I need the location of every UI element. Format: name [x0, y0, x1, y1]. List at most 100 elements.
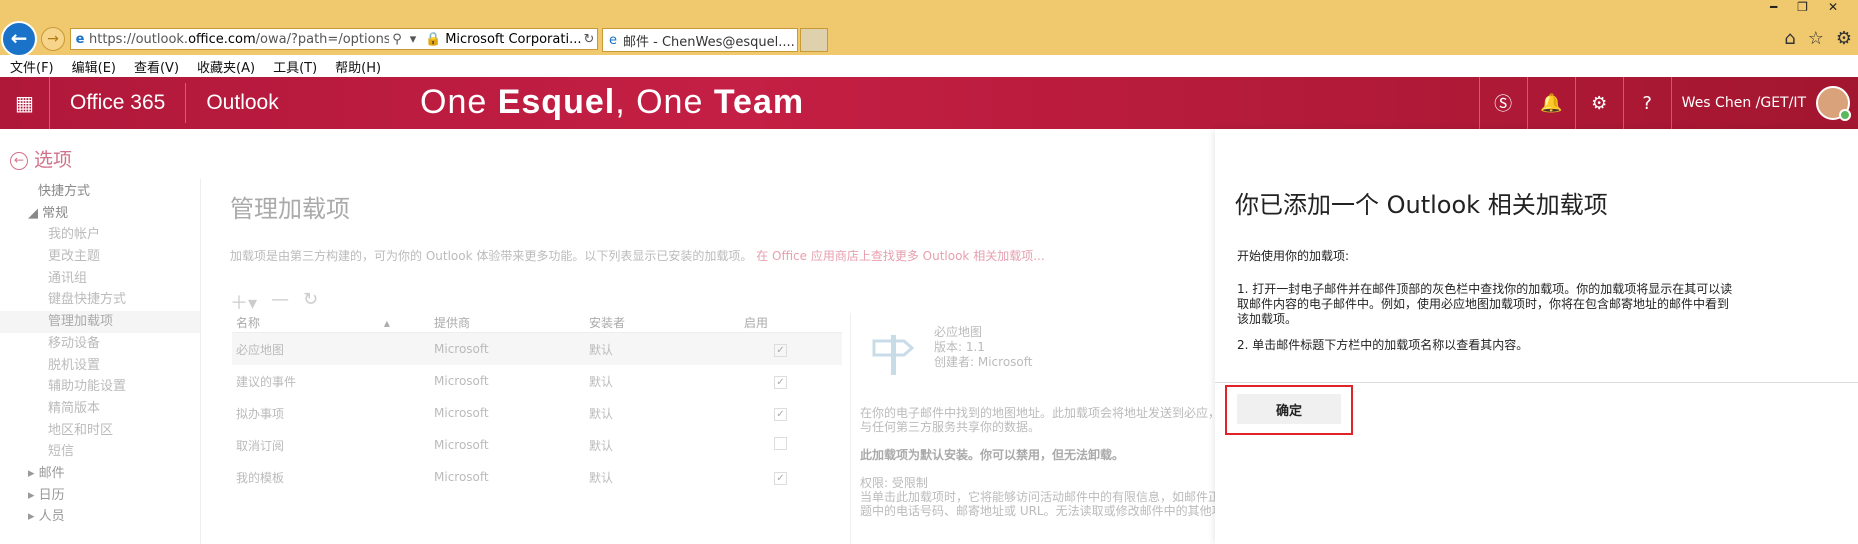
expand-right-icon: ▸ [28, 509, 35, 525]
nav-people-label: 人员 [38, 509, 65, 525]
certificate-badge[interactable]: 🔒 Microsoft Corporati... [421, 31, 581, 47]
col-name[interactable]: 名称 ▴ [232, 314, 432, 331]
detail-perm-line2: 题中的电话号码、邮寄地址或 URL。无法读取或修改邮件中的其他项 [860, 504, 1220, 518]
nav-groups[interactable]: 通讯组 [0, 268, 200, 290]
nav-region-timezone[interactable]: 地区和时区 [0, 420, 200, 442]
forward-button[interactable]: → [41, 27, 65, 51]
col-installer[interactable]: 安装者 [587, 314, 742, 331]
office-365-brand[interactable]: Office 365 [50, 83, 187, 123]
addin-name: 我的模板 [236, 470, 285, 485]
nav-sms[interactable]: 短信 [0, 441, 200, 463]
nav-divider [200, 179, 201, 544]
detail-divider [850, 313, 851, 544]
home-icon[interactable]: ⌂ [1784, 28, 1795, 49]
table-row[interactable]: 拟办事项 Microsoft 默认 ✓ [232, 397, 842, 429]
col-enabled[interactable]: 启用 [742, 314, 842, 331]
enabled-checkbox[interactable] [774, 437, 787, 450]
nav-change-theme[interactable]: 更改主题 [0, 246, 200, 268]
ok-button[interactable]: 确定 [1237, 394, 1341, 424]
enabled-checkbox[interactable]: ✓ [774, 375, 787, 389]
dropdown-icon[interactable]: ▾ [405, 32, 421, 47]
settings-gear-icon[interactable]: ⚙ [1574, 77, 1623, 129]
nav-calendar-label: 日历 [38, 487, 65, 503]
options-nav: 快捷方式 ◢ 常规 我的帐户 更改主题 通讯组 键盘快捷方式 管理加载项 移动设… [0, 181, 200, 528]
addin-installer: 默认 [589, 470, 614, 485]
addin-installer: 默认 [589, 374, 614, 389]
nav-group-people[interactable]: ▸ 人员 [0, 506, 200, 528]
addin-name: 拟办事项 [236, 406, 285, 421]
nav-manage-addins[interactable]: 管理加载项 [0, 311, 200, 333]
back-arrow-icon: ← [10, 26, 28, 50]
expand-right-icon: ▸ [28, 487, 35, 503]
table-row[interactable]: 我的模板 Microsoft 默认 ✓ [232, 461, 842, 493]
refresh-icon[interactable]: ↻ [303, 289, 318, 315]
back-button[interactable]: ← [1, 21, 37, 57]
addin-name: 建议的事件 [236, 374, 297, 389]
options-back-title[interactable]: ← 选项 [10, 145, 72, 172]
menu-edit[interactable]: 编辑(E) [72, 57, 116, 76]
close-window-icon[interactable]: ✕ [1828, 0, 1838, 14]
remove-icon[interactable]: — [271, 289, 289, 315]
back-circle-icon: ← [10, 152, 28, 170]
user-menu[interactable]: Wes Chen /GET/IT [1670, 77, 1858, 129]
menu-tools[interactable]: 工具(T) [273, 57, 317, 76]
nav-keyboard-shortcuts[interactable]: 键盘快捷方式 [0, 289, 200, 311]
dialog-title: 你已添加一个 Outlook 相关加载项 [1235, 191, 1608, 219]
nav-group-mail[interactable]: ▸ 邮件 [0, 463, 200, 485]
table-row[interactable]: 取消订阅 Microsoft 默认 [232, 429, 842, 461]
skype-icon[interactable]: Ⓢ [1478, 77, 1527, 129]
office-store-link[interactable]: 在 Office 应用商店上查找更多 Outlook 相关加载项... [756, 249, 1044, 263]
settings-gear-icon[interactable]: ⚙ [1836, 28, 1852, 49]
url-text[interactable]: https://outlook.office.com/owa/?path=/op… [89, 32, 389, 47]
add-icon[interactable]: ＋▾ [230, 289, 257, 315]
enabled-checkbox[interactable]: ✓ [774, 407, 787, 421]
nav-group-general[interactable]: ◢ 常规 [0, 203, 200, 225]
addins-toolbar: ＋▾ — ↻ [230, 289, 318, 315]
company-slogan: One Esquel, One Team [420, 83, 804, 122]
address-bar[interactable]: e https://outlook.office.com/owa/?path=/… [70, 28, 598, 50]
addin-provider: Microsoft [434, 406, 489, 420]
menu-favorites[interactable]: 收藏夹(A) [197, 57, 255, 76]
slogan-part-3: , One [615, 83, 714, 121]
nav-shortcuts[interactable]: 快捷方式 [0, 181, 200, 203]
detail-name: 必应地图 [934, 325, 983, 339]
nav-my-account[interactable]: 我的帐户 [0, 224, 200, 246]
certificate-name: Microsoft Corporati... [445, 31, 581, 47]
menu-file[interactable]: 文件(F) [10, 57, 54, 76]
detail-default-note: 此加载项为默认安装。你可以禁用，但无法卸载。 [860, 448, 1125, 462]
dialog-step1-line1: 1. 打开一封电子邮件并在邮件顶部的灰色栏中查找你的加载项。你的加载项将显示在其… [1237, 282, 1733, 296]
addin-name: 取消订阅 [236, 438, 285, 453]
nav-group-calendar[interactable]: ▸ 日历 [0, 485, 200, 507]
enabled-checkbox[interactable]: ✓ [774, 471, 787, 485]
nav-offline-settings[interactable]: 脱机设置 [0, 355, 200, 377]
minimize-icon[interactable]: ━ [1770, 0, 1777, 14]
office-suite-bar: ▦ Office 365 Outlook One Esquel, One Tea… [0, 77, 1858, 129]
new-tab-button[interactable] [800, 28, 828, 52]
sort-asc-icon: ▴ [383, 316, 390, 330]
outlook-app-name[interactable]: Outlook [186, 91, 298, 115]
nav-mobile-devices[interactable]: 移动设备 [0, 333, 200, 355]
table-row[interactable]: 必应地图 Microsoft 默认 ✓ [232, 333, 842, 365]
menu-help[interactable]: 帮助(H) [335, 57, 381, 76]
menu-view[interactable]: 查看(V) [134, 57, 179, 76]
favorites-star-icon[interactable]: ☆ [1808, 28, 1824, 49]
dialog-intro: 开始使用你的加载项: [1237, 249, 1350, 263]
suite-actions: Ⓢ 🔔 ⚙ ? Wes Chen /GET/IT [1478, 77, 1858, 129]
enabled-checkbox[interactable]: ✓ [774, 343, 787, 357]
nav-light-version[interactable]: 精简版本 [0, 398, 200, 420]
detail-permission: 权限: 受限制 [860, 476, 928, 490]
search-icon[interactable]: ⚲ [389, 32, 405, 47]
addins-table: 名称 ▴ 提供商 安装者 启用 必应地图 Microsoft 默认 ✓ 建议的事… [232, 313, 842, 493]
table-row[interactable]: 建议的事件 Microsoft 默认 ✓ [232, 365, 842, 397]
nav-accessibility[interactable]: 辅助功能设置 [0, 376, 200, 398]
col-provider[interactable]: 提供商 [432, 314, 587, 331]
browser-tab[interactable]: e 邮件 - ChenWes@esquel.... × [602, 28, 798, 52]
help-question-icon[interactable]: ? [1622, 77, 1671, 129]
addin-name: 必应地图 [236, 342, 285, 357]
lock-icon: 🔒 [425, 31, 442, 47]
notifications-bell-icon[interactable]: 🔔 [1526, 77, 1575, 129]
refresh-icon[interactable]: ↻ [581, 32, 597, 47]
slogan-part-2: Esquel [497, 83, 616, 121]
restore-icon[interactable]: ❐ [1797, 0, 1808, 14]
app-launcher-waffle-icon[interactable]: ▦ [0, 77, 50, 129]
